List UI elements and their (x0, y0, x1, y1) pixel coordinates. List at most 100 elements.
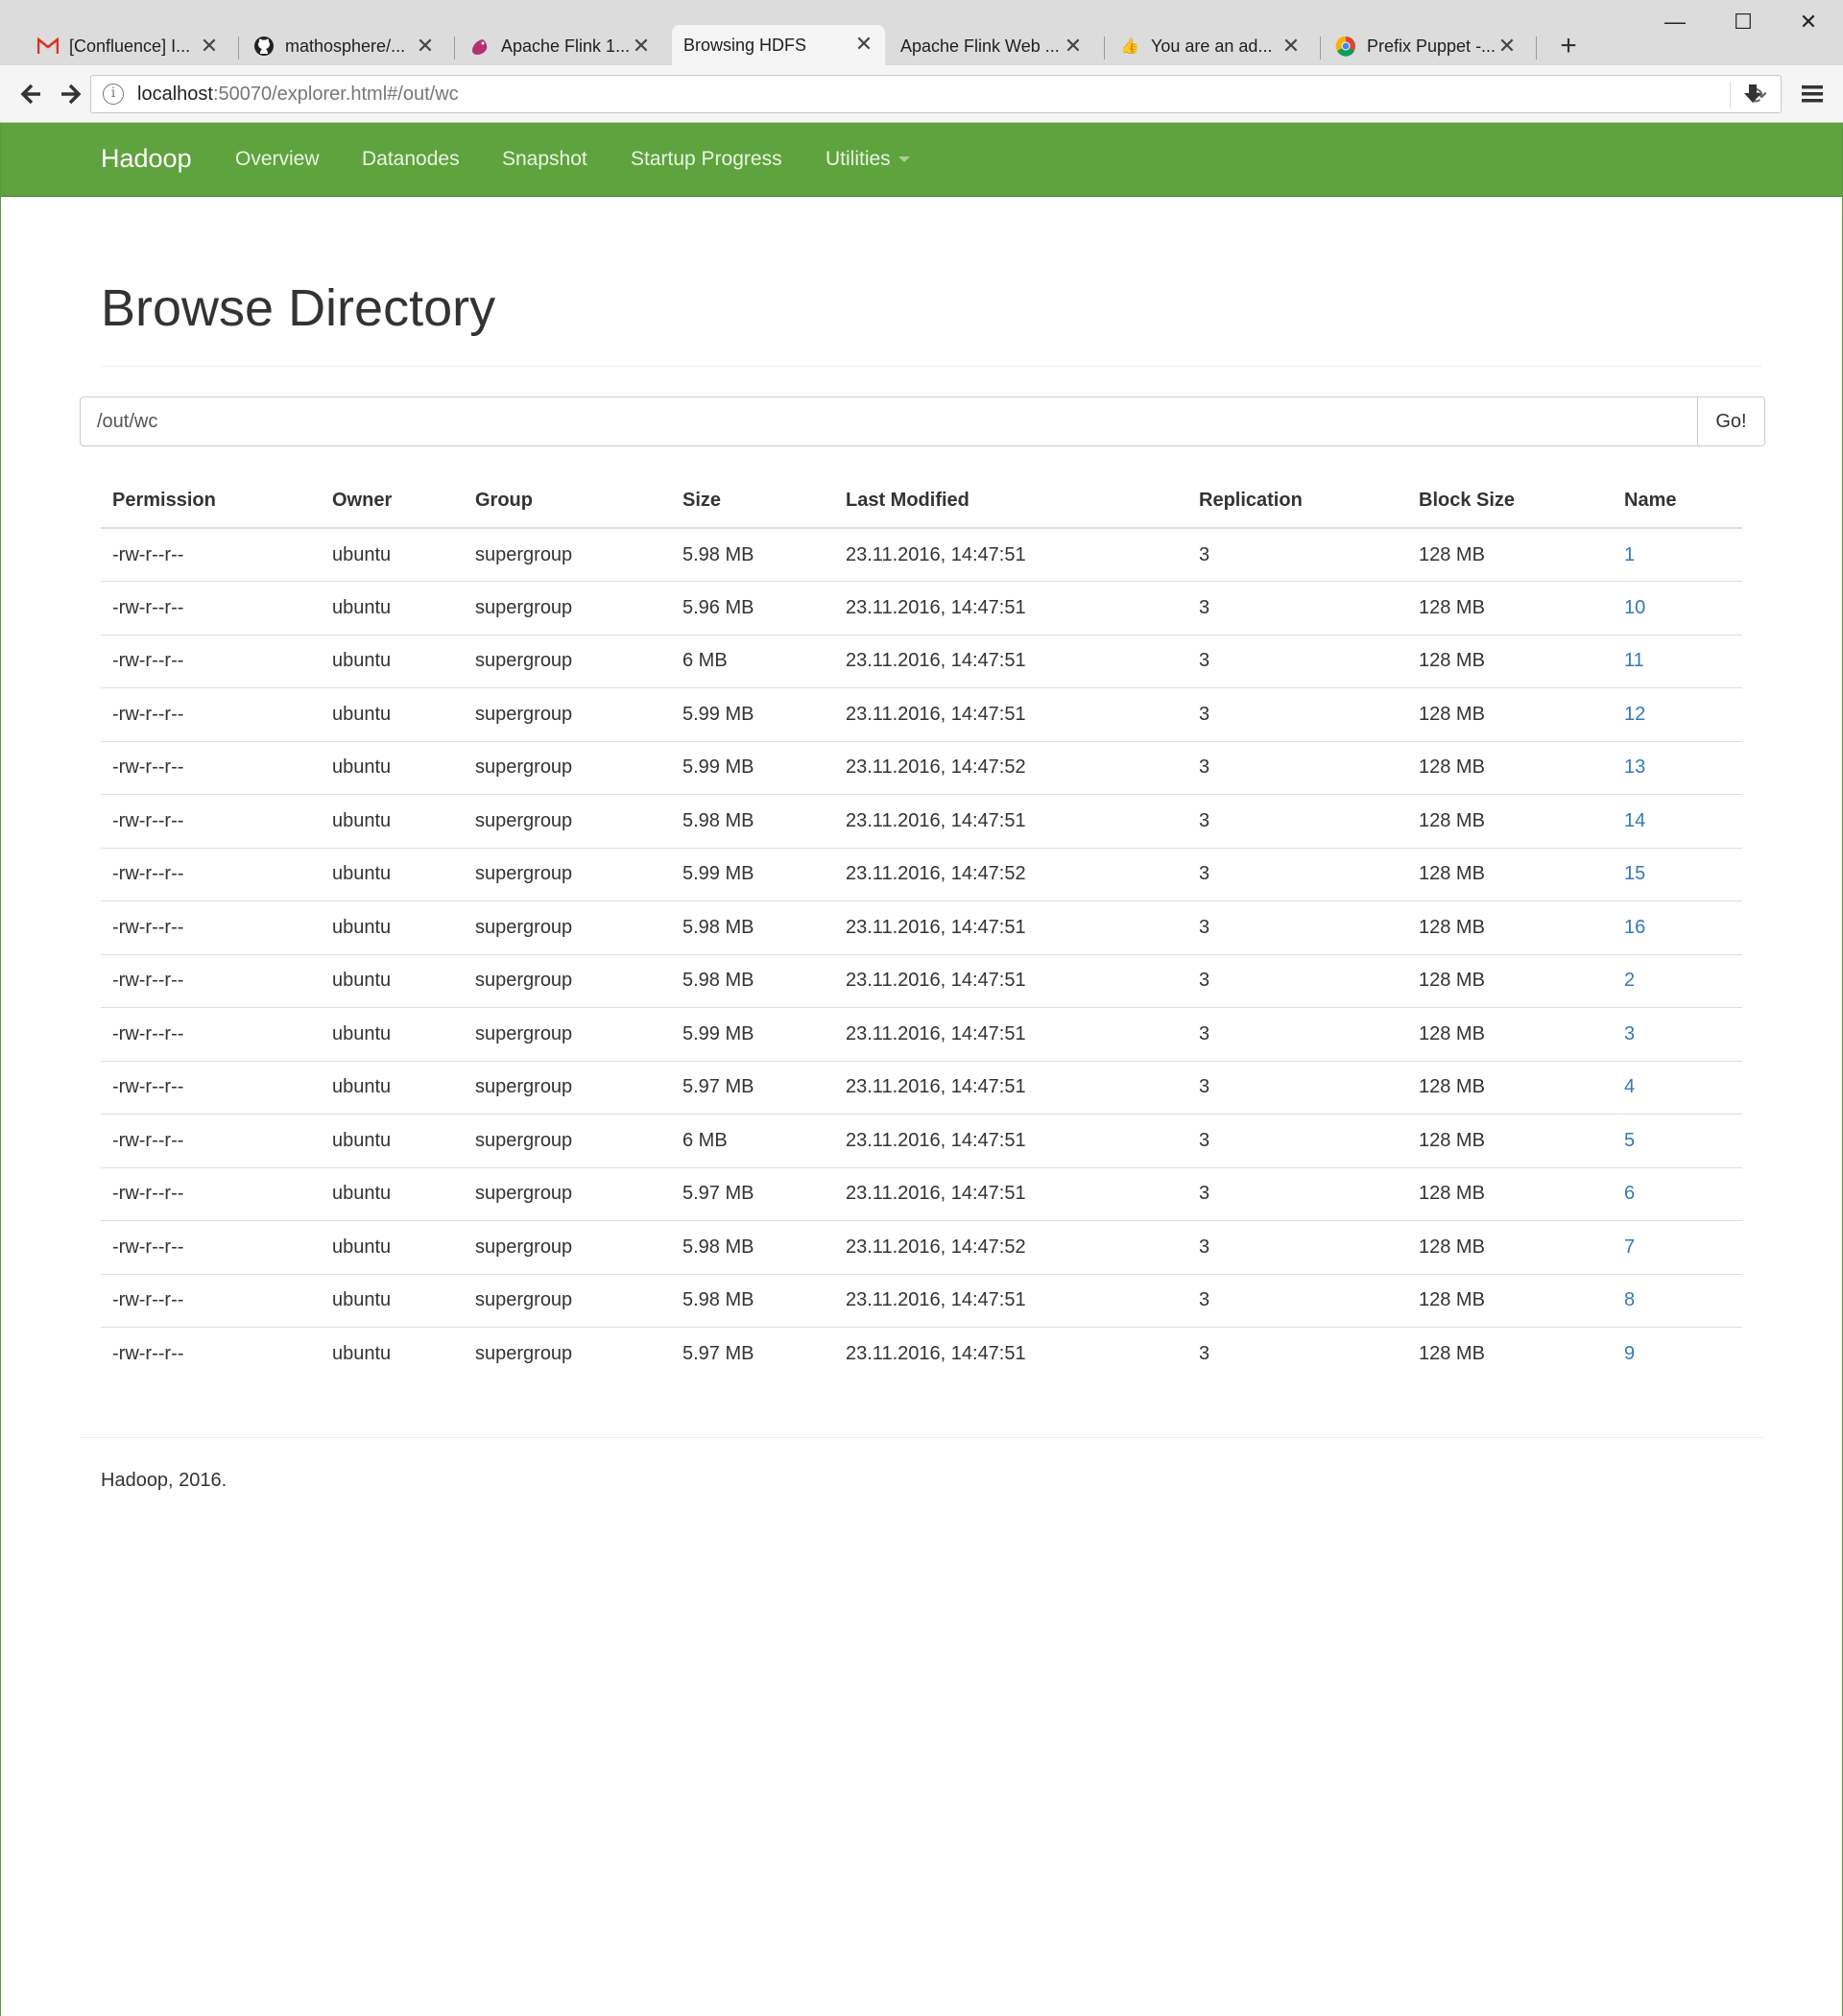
close-tab-icon[interactable]: ✕ (414, 35, 437, 58)
file-name-link[interactable]: 1 (1624, 544, 1635, 565)
thumbs-up-icon: 👍 (1120, 38, 1139, 55)
info-icon[interactable]: i (103, 84, 124, 105)
modified-cell: 23.11.2016, 14:47:51 (834, 1007, 1187, 1061)
browser-tab[interactable]: 👍 You are an ad... ✕ (1107, 27, 1312, 65)
browser-tab[interactable]: Apache Flink Web ... ✕ (889, 27, 1094, 65)
maximize-icon[interactable]: ☐ (1721, 8, 1765, 36)
owner-cell: ubuntu (321, 900, 464, 954)
column-header[interactable]: Group (464, 473, 671, 529)
back-arrow-icon[interactable] (12, 75, 50, 113)
nav-utilities[interactable]: Utilities (826, 148, 910, 171)
modified-cell: 23.11.2016, 14:47:51 (846, 543, 1026, 565)
close-tab-icon[interactable]: ✕ (198, 35, 221, 58)
file-name-link[interactable]: 10 (1624, 597, 1645, 618)
tab-separator (238, 36, 239, 60)
forward-arrow-icon[interactable] (52, 75, 90, 113)
group-cell: supergroup (464, 900, 671, 954)
column-header[interactable]: Name (1613, 473, 1742, 529)
url-field[interactable]: i localhost:50070/explorer.html#/out/wc … (90, 75, 1782, 113)
caret-down-icon (898, 156, 910, 163)
replication-cell: 3 (1187, 900, 1407, 954)
file-name-link[interactable]: 2 (1624, 970, 1635, 991)
file-name-link[interactable]: 16 (1624, 917, 1645, 938)
browser-tab[interactable]: Prefix Puppet -... ✕ (1323, 27, 1528, 65)
permission-cell: -rw-r--r-- (101, 740, 321, 795)
name-cell: 4 (1613, 1060, 1742, 1115)
file-name-link[interactable]: 14 (1624, 810, 1645, 831)
permission-cell: -rw-r--r-- (101, 1114, 321, 1167)
table-row: -rw-r--r-- ubuntu supergroup 5.98 MB 23.11.2… (101, 1220, 1742, 1274)
file-name-link[interactable]: 12 (1624, 704, 1645, 725)
browser-tab-bar: [Confluence] I... ✕ mathosphere/... ✕ Ap… (0, 0, 1843, 65)
nav-snapshot[interactable]: Snapshot (502, 148, 587, 171)
block-size-cell: 128 MB (1407, 1220, 1613, 1274)
tab-title: Apache Flink 1... (501, 36, 631, 56)
close-tab-icon[interactable]: ✕ (630, 35, 653, 58)
file-name-link[interactable]: 13 (1624, 756, 1645, 778)
close-tab-icon[interactable]: ✕ (852, 33, 875, 56)
owner-cell: ubuntu (321, 847, 464, 901)
close-tab-icon[interactable]: ✕ (1496, 35, 1519, 58)
table-row: -rw-r--r-- ubuntu supergroup 5.96 MB 23.11.2… (101, 581, 1742, 635)
close-tab-icon[interactable]: ✕ (1280, 35, 1303, 58)
file-name-link[interactable]: 6 (1624, 1183, 1635, 1204)
menu-icon[interactable] (1795, 77, 1830, 111)
column-header[interactable]: Last Modified (834, 473, 1187, 529)
file-name-link[interactable]: 7 (1624, 1236, 1635, 1258)
navbar-brand[interactable]: Hadoop (101, 144, 192, 174)
file-name-link[interactable]: 8 (1624, 1289, 1635, 1310)
directory-path-input[interactable] (80, 396, 1698, 446)
replication-cell: 3 (1187, 847, 1407, 901)
owner-cell: ubuntu (321, 1327, 464, 1380)
new-tab-plus-icon[interactable]: + (1551, 29, 1586, 63)
block-size-cell: 128 MB (1407, 1007, 1613, 1061)
browser-tab[interactable]: [Confluence] I... ✕ (25, 27, 230, 65)
nav-startup-progress[interactable]: Startup Progress (631, 148, 782, 171)
name-cell: 14 (1613, 794, 1742, 848)
file-name-link[interactable]: 3 (1624, 1023, 1635, 1044)
size-cell: 5.99 MB (671, 687, 834, 741)
close-window-icon[interactable]: ✕ (1786, 8, 1831, 36)
file-name-link[interactable]: 4 (1624, 1076, 1635, 1097)
browser-tab-active[interactable]: Browsing HDFS ✕ (672, 25, 885, 65)
column-header[interactable]: Size (671, 473, 834, 529)
footer-divider (80, 1437, 1765, 1438)
browser-tab[interactable]: mathosphere/... ✕ (241, 27, 446, 65)
column-header[interactable]: Block Size (1407, 473, 1613, 529)
permission-cell: -rw-r--r-- (101, 1060, 321, 1115)
group-cell: supergroup (464, 1273, 671, 1328)
minimize-icon[interactable]: — (1653, 8, 1697, 36)
browser-tab[interactable]: Apache Flink 1... ✕ (457, 27, 662, 65)
table-row: -rw-r--r-- ubuntu supergroup 5.99 MB 23.11.2… (101, 847, 1742, 901)
nav-datanodes[interactable]: Datanodes (362, 148, 460, 171)
group-cell: supergroup (464, 1220, 671, 1274)
modified-cell: 23.11.2016, 14:47:51 (834, 953, 1187, 1008)
file-listing-table: Permission Owner Group Size Last Modifie… (101, 473, 1742, 1380)
replication-cell: 3 (1187, 794, 1407, 848)
column-header[interactable]: Replication (1187, 473, 1407, 529)
file-name-link[interactable]: 11 (1624, 650, 1644, 671)
replication-cell: 3 (1187, 581, 1407, 635)
permission-cell: -rw-r--r-- (101, 581, 321, 635)
replication-cell: 3 (1187, 634, 1407, 688)
size-cell: 5.98 MB (682, 543, 754, 565)
block-size-cell: 128 MB (1407, 1327, 1613, 1380)
column-header[interactable]: Owner (321, 473, 464, 529)
file-name-link[interactable]: 15 (1624, 863, 1645, 884)
owner-cell: ubuntu (321, 794, 464, 848)
download-icon[interactable] (1735, 77, 1770, 111)
page-title: Browse Directory (101, 279, 496, 337)
replication-cell: 3 (1187, 1060, 1407, 1115)
nav-overview[interactable]: Overview (235, 148, 320, 171)
file-name-link[interactable]: 5 (1624, 1130, 1635, 1151)
permission-cell: -rw-r--r-- (101, 1007, 321, 1061)
owner-cell: ubuntu (321, 740, 464, 795)
file-name-link[interactable]: 9 (1624, 1343, 1635, 1364)
close-tab-icon[interactable]: ✕ (1062, 35, 1085, 58)
table-row: -rw-r--r-- ubuntu supergroup 5.98 MB 23.11.2… (101, 953, 1742, 1008)
permission-cell: -rw-r--r-- (101, 687, 321, 741)
go-button[interactable]: Go! (1698, 396, 1765, 446)
column-header[interactable]: Permission (101, 473, 321, 529)
name-cell: 3 (1613, 1007, 1742, 1061)
size-cell: 5.99 MB (671, 740, 834, 795)
